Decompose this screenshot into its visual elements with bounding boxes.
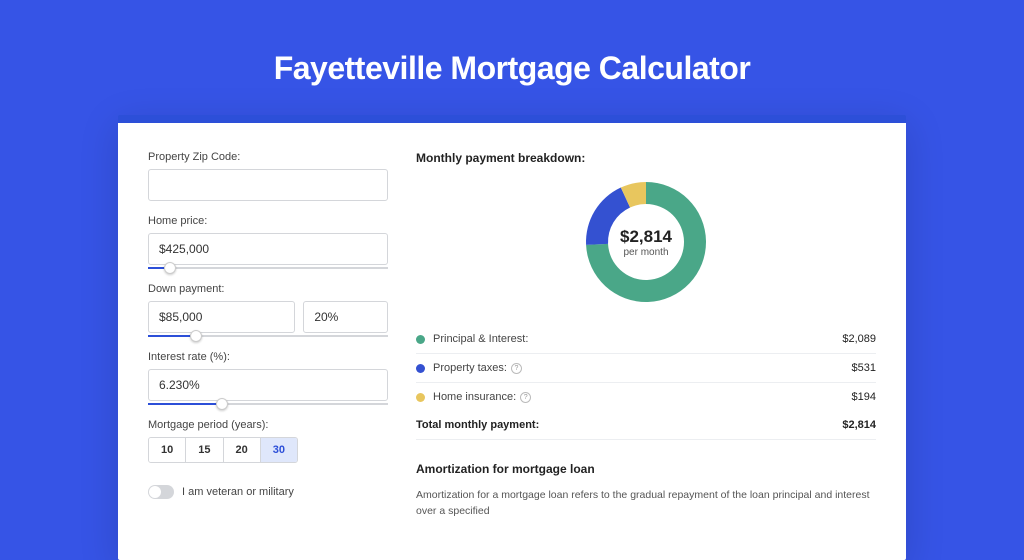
total-row: Total monthly payment: $2,814: [416, 411, 876, 440]
amort-heading: Amortization for mortgage loan: [416, 462, 876, 476]
rate-slider[interactable]: [148, 403, 388, 405]
inputs-panel: Property Zip Code: Home price: Down paym…: [148, 151, 388, 520]
breakdown-item-label: Property taxes:: [433, 362, 507, 374]
breakdown-panel: Monthly payment breakdown: $2,814 per mo…: [416, 151, 876, 520]
page-title: Fayetteville Mortgage Calculator: [0, 50, 1024, 87]
breakdown-row: Property taxes:? $531: [416, 354, 876, 383]
price-slider[interactable]: [148, 267, 388, 269]
donut-center-value: $2,814: [620, 227, 672, 247]
total-value: $2,814: [842, 419, 876, 431]
breakdown-row: Principal & Interest: $2,089: [416, 325, 876, 354]
veteran-label: I am veteran or military: [182, 486, 294, 498]
legend-dot: [416, 335, 425, 344]
period-label: Mortgage period (years):: [148, 419, 388, 431]
down-percent-input[interactable]: [303, 301, 388, 333]
breakdown-item-value: $531: [852, 362, 876, 374]
period-option-20[interactable]: 20: [224, 438, 261, 462]
down-amount-input[interactable]: [148, 301, 295, 333]
rate-input[interactable]: [148, 369, 388, 401]
price-input[interactable]: [148, 233, 388, 265]
period-option-15[interactable]: 15: [186, 438, 223, 462]
zip-input[interactable]: [148, 169, 388, 201]
price-slider-thumb[interactable]: [164, 262, 176, 274]
price-label: Home price:: [148, 215, 388, 227]
info-icon[interactable]: ?: [511, 363, 522, 374]
total-label: Total monthly payment:: [416, 419, 539, 431]
rate-slider-thumb[interactable]: [216, 398, 228, 410]
breakdown-item-value: $194: [852, 391, 876, 403]
legend-dot: [416, 393, 425, 402]
breakdown-item-label: Home insurance:: [433, 391, 516, 403]
donut-center-sub: per month: [623, 247, 668, 258]
period-option-30[interactable]: 30: [261, 438, 297, 462]
breakdown-item-value: $2,089: [842, 333, 876, 345]
legend-dot: [416, 364, 425, 373]
veteran-toggle[interactable]: [148, 485, 174, 499]
breakdown-item-label: Principal & Interest:: [433, 333, 528, 345]
rate-label: Interest rate (%):: [148, 351, 388, 363]
down-slider[interactable]: [148, 335, 388, 337]
period-option-10[interactable]: 10: [149, 438, 186, 462]
amort-body: Amortization for a mortgage loan refers …: [416, 488, 876, 520]
breakdown-row: Home insurance:? $194: [416, 383, 876, 411]
zip-label: Property Zip Code:: [148, 151, 388, 163]
breakdown-heading: Monthly payment breakdown:: [416, 151, 876, 165]
down-slider-thumb[interactable]: [190, 330, 202, 342]
calculator-card: Property Zip Code: Home price: Down paym…: [118, 115, 906, 560]
down-label: Down payment:: [148, 283, 388, 295]
period-group: 10152030: [148, 437, 298, 463]
breakdown-donut-chart: $2,814 per month: [581, 177, 711, 307]
info-icon[interactable]: ?: [520, 392, 531, 403]
